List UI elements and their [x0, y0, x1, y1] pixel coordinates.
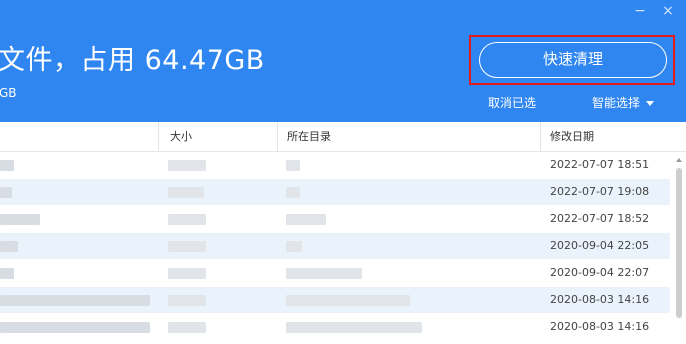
size-cell-redacted	[168, 268, 206, 279]
name-cell-redacted	[0, 322, 150, 333]
table-row[interactable]: 2020-08-03 14:16	[0, 287, 670, 313]
column-header-size[interactable]: 大小	[170, 122, 192, 152]
size-cell-redacted	[168, 241, 206, 252]
minimize-button[interactable]: −	[630, 2, 650, 20]
directory-cell-redacted	[286, 160, 300, 171]
page-title: 文件，占用 64.47GB	[0, 45, 265, 76]
name-cell-redacted	[0, 214, 40, 225]
modified-date: 2022-07-07 18:52	[550, 212, 650, 225]
column-header-modified[interactable]: 修改日期	[550, 122, 594, 152]
size-cell-redacted	[168, 322, 206, 333]
smart-select-label: 智能选择	[592, 96, 641, 110]
file-list: 2022-07-07 18:51 2022-07-07 19:08 2022-0…	[0, 152, 670, 344]
quick-clean-button[interactable]: 快速清理	[479, 42, 667, 78]
directory-cell-redacted	[286, 268, 362, 279]
directory-cell-redacted	[286, 295, 410, 306]
vertical-scrollbar[interactable]	[673, 152, 685, 344]
scroll-up-arrow-icon[interactable]	[676, 158, 682, 162]
table-row[interactable]: 2022-07-07 18:51	[0, 152, 670, 178]
table-row[interactable]: 2020-08-03 14:16	[0, 314, 670, 340]
directory-cell-redacted	[286, 322, 422, 333]
column-header-directory[interactable]: 所在目录	[287, 122, 331, 152]
size-cell-redacted	[168, 295, 206, 306]
column-divider[interactable]	[158, 122, 159, 151]
name-cell-redacted	[0, 241, 18, 252]
chevron-down-icon	[646, 101, 655, 106]
modified-date: 2022-07-07 18:51	[550, 158, 650, 171]
modified-date: 2022-07-07 19:08	[550, 185, 650, 198]
table-row[interactable]: 2020-09-04 22:07	[0, 260, 670, 286]
name-cell-redacted	[0, 160, 14, 171]
table-row[interactable]: 2022-07-07 19:08	[0, 179, 670, 205]
table-header: 大小 所在目录 修改日期	[0, 122, 686, 152]
directory-cell-redacted	[286, 214, 326, 225]
size-cell-redacted	[168, 160, 206, 171]
directory-cell-redacted	[286, 241, 302, 252]
table-row[interactable]: 2020-09-04 22:05	[0, 233, 670, 259]
page-subtitle: GB	[0, 86, 17, 100]
name-cell-redacted	[0, 268, 14, 279]
modified-date: 2020-09-04 22:07	[550, 266, 650, 279]
size-cell-redacted	[168, 214, 206, 225]
modified-date: 2020-08-03 14:16	[550, 320, 650, 333]
modified-date: 2020-09-04 22:05	[550, 239, 650, 252]
close-button[interactable]: ×	[658, 2, 678, 20]
header-bar: − × 文件，占用 64.47GB GB 快速清理 取消已选 智能选择	[0, 0, 686, 122]
column-divider[interactable]	[277, 122, 278, 151]
directory-cell-redacted	[286, 187, 300, 198]
column-divider[interactable]	[540, 122, 541, 151]
modified-date: 2020-08-03 14:16	[550, 293, 650, 306]
name-cell-redacted	[0, 295, 150, 306]
size-cell-redacted	[168, 187, 204, 198]
scroll-thumb[interactable]	[676, 168, 682, 318]
smart-select-dropdown[interactable]: 智能选择	[592, 94, 655, 111]
cancel-selection-link[interactable]: 取消已选	[488, 94, 536, 111]
name-cell-redacted	[0, 187, 12, 198]
table-row[interactable]: 2022-07-07 18:52	[0, 206, 670, 232]
